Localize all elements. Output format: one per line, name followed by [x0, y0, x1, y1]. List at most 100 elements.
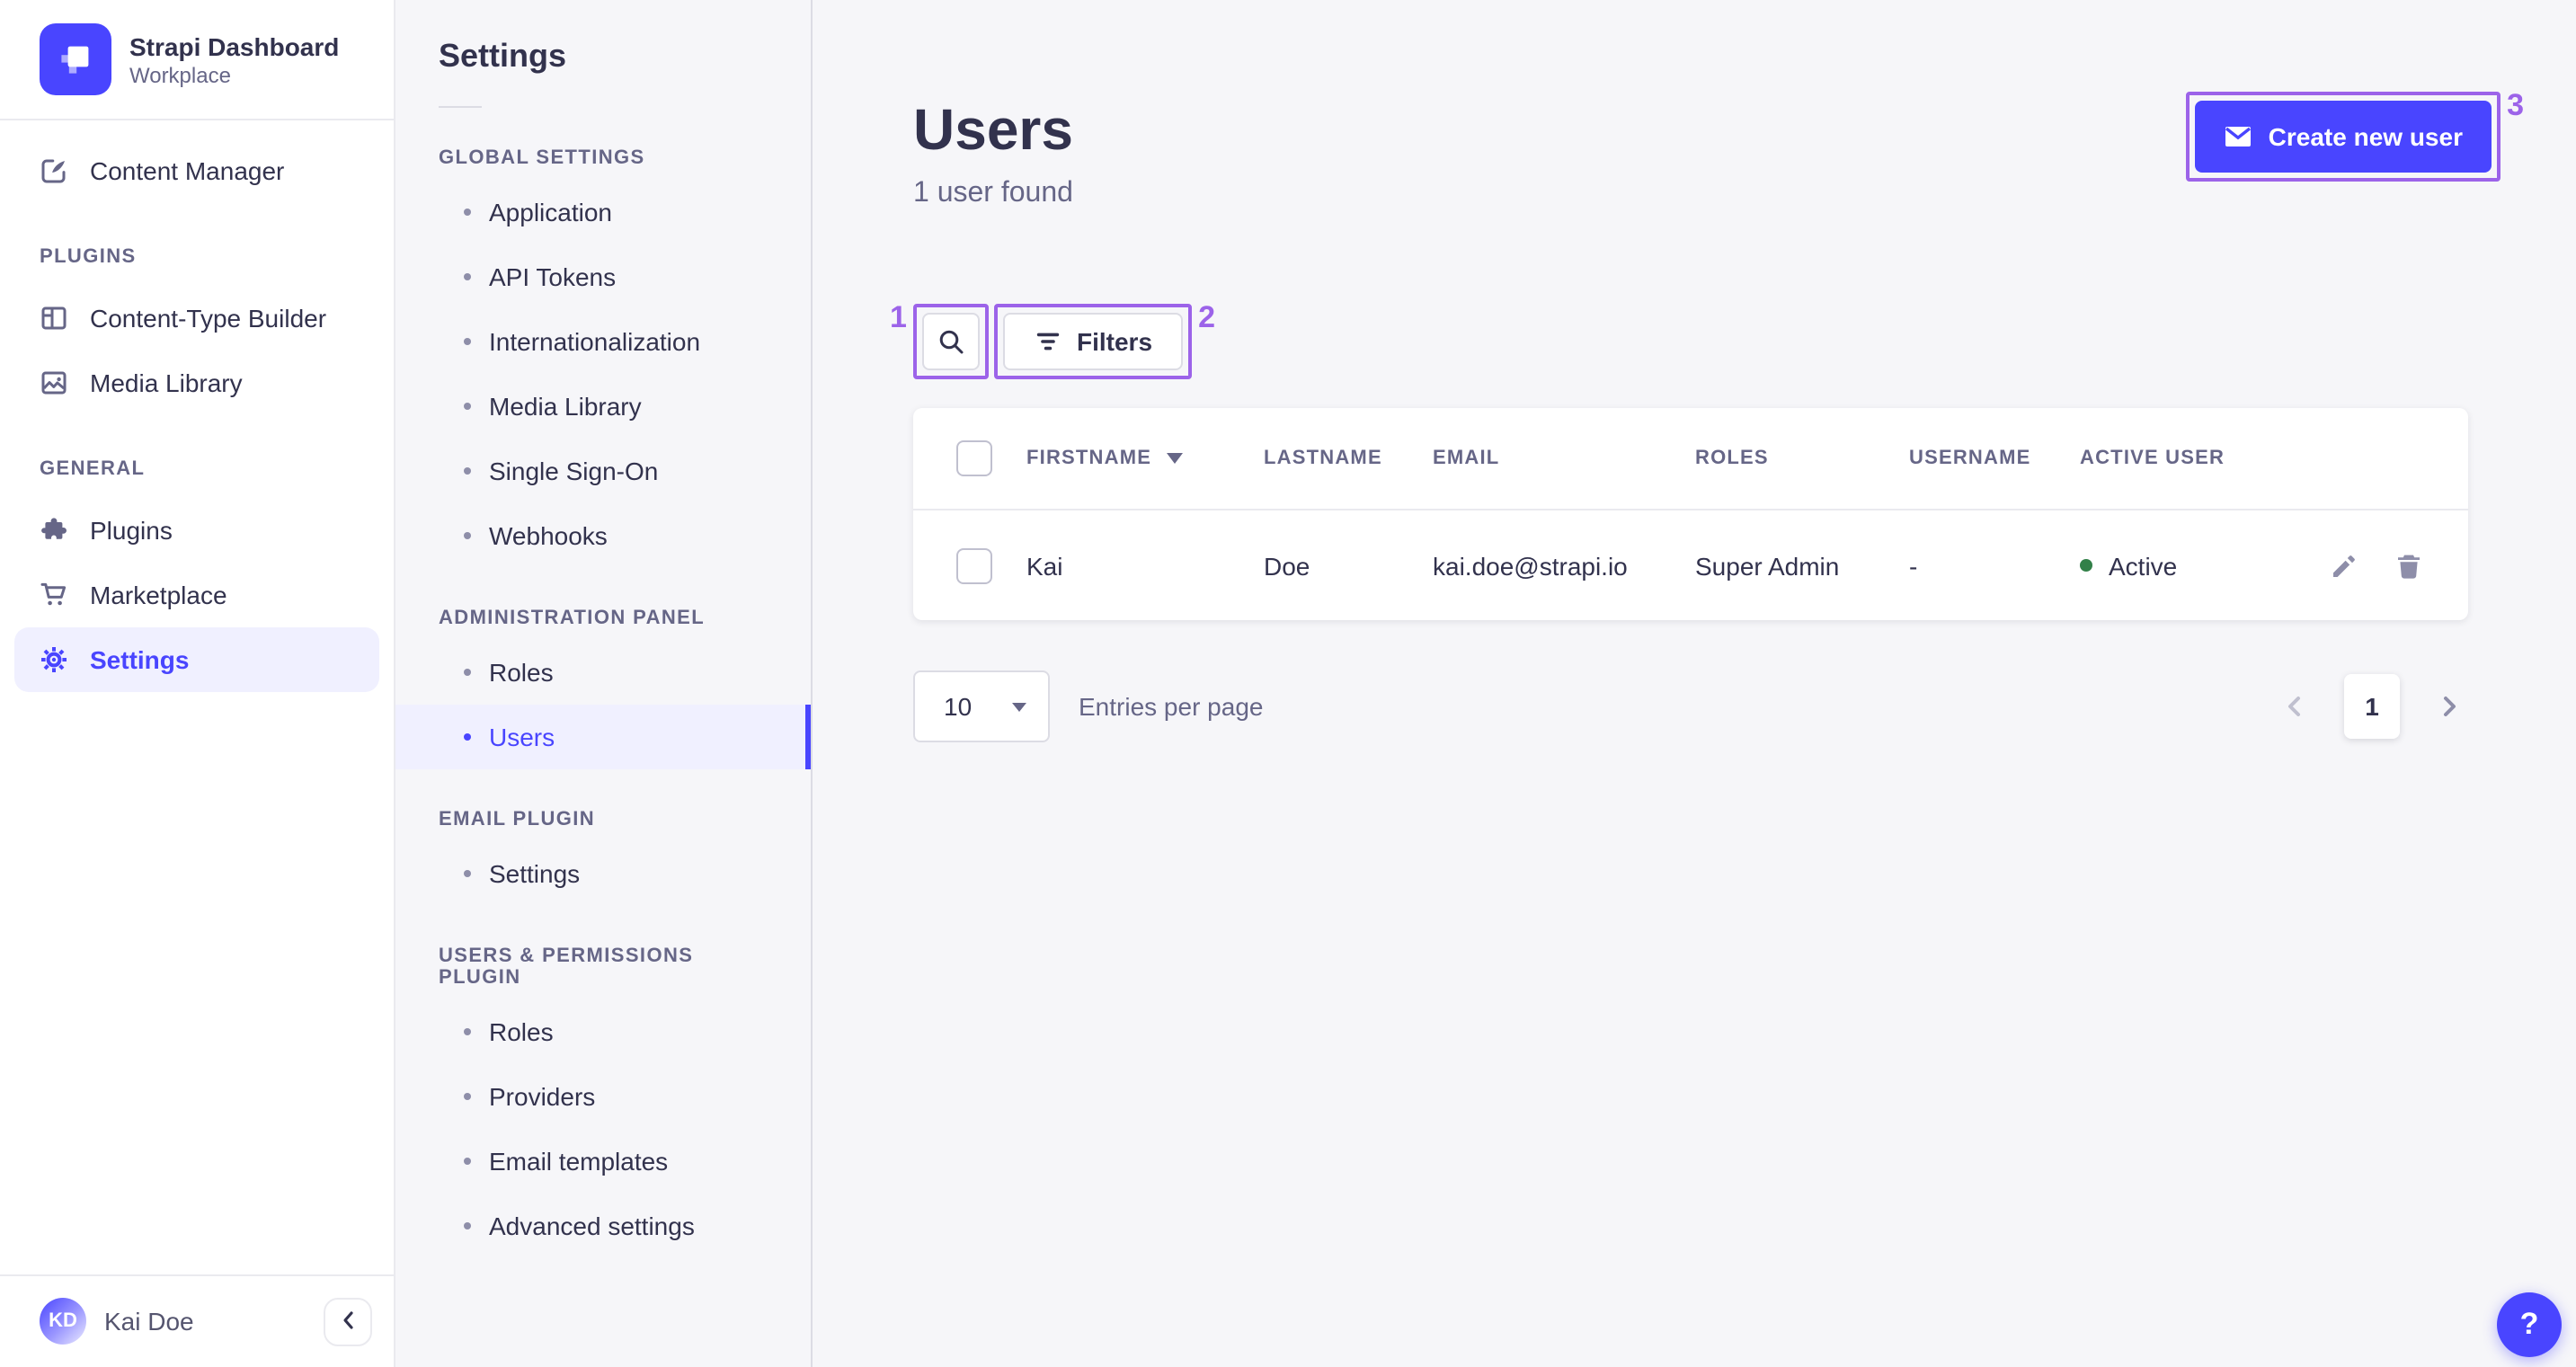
- column-header-active-user: ACTIVE USER: [2080, 448, 2279, 469]
- subnav-item-admin-roles[interactable]: Roles: [395, 640, 811, 705]
- subnav-item-label: Providers: [489, 1082, 596, 1111]
- select-all-checkbox[interactable]: [956, 440, 992, 476]
- edit-user-button[interactable]: [2321, 542, 2367, 589]
- settings-gear-icon: [40, 645, 68, 674]
- sidebar-item-label: Content-Type Builder: [90, 304, 327, 333]
- table-row[interactable]: Kai Doe kai.doe@strapi.io Super Admin - …: [913, 509, 2468, 620]
- delete-trash-icon: [2394, 551, 2423, 580]
- subnav-item-label: Email templates: [489, 1147, 669, 1176]
- create-new-user-button[interactable]: Create new user: [2194, 101, 2492, 173]
- subnav-item-admin-users[interactable]: Users: [395, 705, 811, 769]
- subnav-item-single-sign-on[interactable]: Single Sign-On: [395, 439, 811, 503]
- subnav-item-label: Settings: [489, 859, 581, 888]
- sidebar-nav: Content Manager PLUGINS Content-Type Bui…: [0, 120, 394, 692]
- edit-pencil-icon: [2330, 551, 2358, 580]
- subnav-item-advanced-settings[interactable]: Advanced settings: [395, 1194, 811, 1258]
- pagination-bar: 10 Entries per page 1: [913, 670, 2468, 742]
- subnav-item-api-tokens[interactable]: API Tokens: [395, 244, 811, 309]
- toolbar: 1 2 Filters: [890, 302, 2475, 379]
- create-new-user-label: Create new user: [2268, 122, 2463, 151]
- column-header-label: EMAIL: [1433, 448, 1500, 469]
- delete-user-button[interactable]: [2385, 542, 2432, 589]
- subnav-divider: [439, 106, 482, 108]
- subnav-item-label: Application: [489, 198, 612, 226]
- strapi-logo-icon: [40, 23, 111, 95]
- user-count-text: 1 user found: [913, 178, 1073, 209]
- brand-home-link[interactable]: Strapi Dashboard Workplace: [0, 0, 394, 119]
- annotation-box-2: 2 Filters: [994, 302, 1215, 379]
- status-label: Active: [2109, 551, 2178, 580]
- subnav-item-internationalization[interactable]: Internationalization: [395, 309, 811, 374]
- previous-page-button[interactable]: [2276, 688, 2312, 724]
- subnav-group-administration-panel: ADMINISTRATION PANEL: [439, 608, 706, 629]
- row-checkbox[interactable]: [956, 547, 992, 583]
- subnav-item-email-settings[interactable]: Settings: [395, 841, 811, 906]
- chevron-right-icon: [2441, 696, 2459, 717]
- column-header-email: EMAIL: [1433, 448, 1695, 469]
- subnav-item-webhooks[interactable]: Webhooks: [395, 503, 811, 568]
- cell-email: kai.doe@strapi.io: [1433, 551, 1628, 580]
- annotation-label-2: 2: [1198, 300, 1216, 334]
- status-dot-icon: [2080, 559, 2092, 572]
- subnav-group-users-permissions-plugin: USERS & PERMISSIONS PLUGIN: [439, 945, 694, 989]
- column-header-label: LASTNAME: [1264, 448, 1382, 469]
- subnav-item-label: Advanced settings: [489, 1212, 695, 1240]
- sidebar-item-settings[interactable]: Settings: [14, 627, 379, 692]
- subnav-group-global-settings: GLOBAL SETTINGS: [439, 147, 645, 169]
- user-name: Kai Doe: [104, 1307, 194, 1336]
- annotation-label-3: 3: [2507, 88, 2524, 122]
- marketplace-cart-icon: [40, 581, 68, 609]
- column-header-username: USERNAME: [1909, 448, 2080, 469]
- column-header-roles: ROLES: [1695, 448, 1909, 469]
- sidebar-item-media-library[interactable]: Media Library: [14, 351, 379, 415]
- content-type-builder-icon: [40, 304, 68, 333]
- subnav-item-label: API Tokens: [489, 262, 617, 291]
- collapse-chevron-icon: [339, 1308, 357, 1335]
- workspace-name: Workplace: [129, 62, 231, 87]
- app-title: Strapi Dashboard: [129, 31, 340, 60]
- column-header-label: ACTIVE USER: [2080, 448, 2225, 469]
- page-size-select[interactable]: 10: [913, 670, 1050, 742]
- subnav-item-media-library[interactable]: Media Library: [395, 374, 811, 439]
- help-button[interactable]: ?: [2497, 1292, 2562, 1356]
- table-header-row: FIRSTNAME LASTNAME EMAIL ROLES USERNAME …: [913, 408, 2468, 509]
- sort-desc-icon: [1166, 453, 1183, 464]
- page-size-value: 10: [944, 692, 973, 721]
- cell-active-status: Active: [2080, 551, 2279, 580]
- search-button[interactable]: [922, 313, 980, 370]
- subnav-item-application[interactable]: Application: [395, 180, 811, 244]
- subnav-item-up-roles[interactable]: Roles: [395, 999, 811, 1064]
- subnav-item-label: Roles: [489, 1017, 554, 1046]
- annotation-box-1: 1: [890, 302, 989, 379]
- page-header: Users 1 user found 3 Create new user: [913, 90, 2524, 210]
- next-page-button[interactable]: [2432, 688, 2468, 724]
- filters-button[interactable]: Filters: [1003, 313, 1184, 370]
- sidebar-item-label: Settings: [90, 645, 190, 674]
- page-number-current[interactable]: 1: [2344, 674, 2400, 739]
- sidebar-footer: KD Kai Doe: [0, 1274, 394, 1367]
- chevron-left-icon: [2285, 696, 2303, 717]
- subnav-item-label: Users: [489, 723, 555, 751]
- user-avatar[interactable]: KD: [40, 1298, 86, 1345]
- column-header-firstname[interactable]: FIRSTNAME: [1026, 448, 1264, 469]
- entries-per-page-label: Entries per page: [1079, 692, 1264, 721]
- sidebar-item-plugins[interactable]: Plugins: [14, 498, 379, 563]
- sidebar-item-marketplace[interactable]: Marketplace: [14, 563, 379, 627]
- app-root: Strapi Dashboard Workplace Content Manag…: [0, 0, 2576, 1367]
- subnav-item-providers[interactable]: Providers: [395, 1064, 811, 1129]
- column-header-label: FIRSTNAME: [1026, 448, 1152, 469]
- users-table: FIRSTNAME LASTNAME EMAIL ROLES USERNAME …: [913, 408, 2468, 620]
- sidebar-item-label: Media Library: [90, 368, 243, 397]
- subnav-item-email-templates[interactable]: Email templates: [395, 1129, 811, 1194]
- collapse-sidebar-button[interactable]: [324, 1297, 372, 1345]
- media-library-icon: [40, 368, 68, 397]
- cell-roles: Super Admin: [1695, 551, 1840, 580]
- envelope-icon: [2224, 122, 2252, 151]
- subnav-item-label: Internationalization: [489, 327, 701, 356]
- subnav-item-label: Single Sign-On: [489, 457, 659, 485]
- settings-subnav: Settings GLOBAL SETTINGS Application API…: [395, 0, 813, 1367]
- sidebar-item-content-type-builder[interactable]: Content-Type Builder: [14, 286, 379, 351]
- page-title: Users: [913, 97, 1073, 162]
- sidebar-item-content-manager[interactable]: Content Manager: [14, 138, 379, 203]
- cell-lastname: Doe: [1264, 551, 1310, 580]
